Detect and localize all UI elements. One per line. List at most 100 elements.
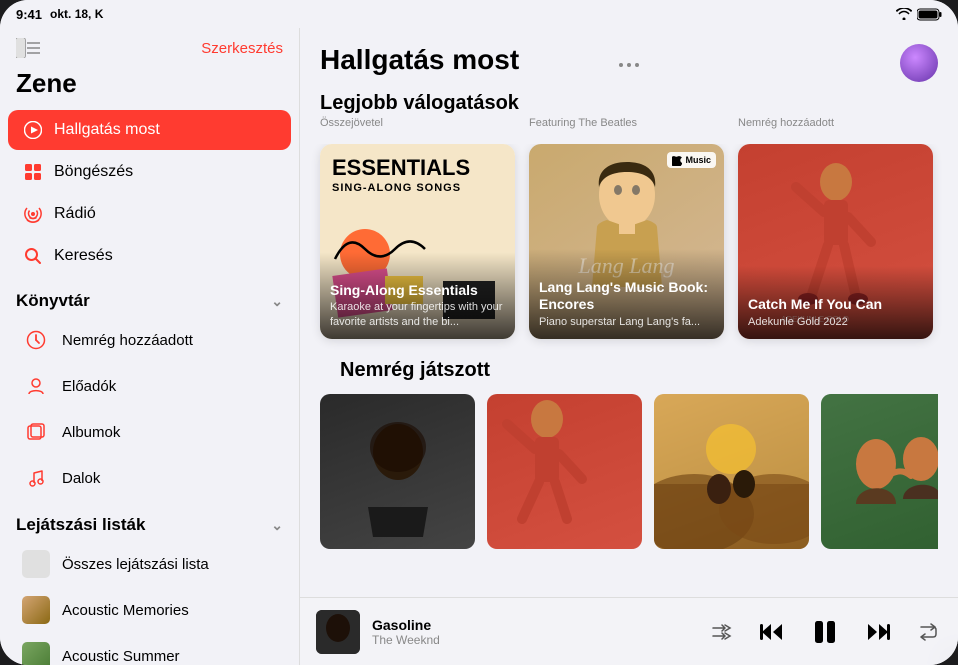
previous-button[interactable] (756, 618, 786, 646)
couple-scene (821, 394, 938, 549)
recently-card-couple[interactable] (821, 394, 938, 555)
sidebar-toggle-icon[interactable] (16, 38, 40, 58)
now-playing-artist: The Weeknd (372, 633, 696, 647)
featured-cards-row: ESSENTIALS SING-ALONG SONGS (300, 144, 958, 359)
status-bar: 9:41 okt. 18, K (0, 0, 958, 28)
catchme-card-title: Catch Me If You Can (748, 296, 923, 313)
library-recently-added-label: Nemrég hozzáadott (62, 332, 193, 349)
weeknd-bg (320, 394, 475, 549)
adekunle2-figure: CATCH ME IF YOU CAN (487, 394, 607, 524)
nav-item-search[interactable]: Keresés (8, 236, 291, 276)
all-playlists-label: Összes lejátszási lista (62, 556, 209, 573)
library-albums-label: Albumok (62, 424, 120, 441)
library-songs-label: Dalok (62, 470, 100, 487)
library-item-recently-added[interactable]: Nemrég hozzáadott (8, 318, 291, 362)
adekunle-bg: CATCH ME IF YOU CAN (487, 394, 642, 549)
couple-bg (821, 394, 938, 549)
couple-album-art (821, 394, 938, 549)
dot-3 (635, 63, 639, 67)
library-item-albums[interactable]: Albumok (8, 410, 291, 454)
repeat-icon (918, 623, 938, 641)
langlang-card-title: Lang Lang's Music Book: Encores (539, 279, 714, 313)
recently-played-section: Nemrég játszott (300, 359, 958, 555)
status-date: okt. 18, K (50, 7, 103, 21)
sidebar-title: Zene (0, 64, 299, 109)
essentials-card-info: Sing-Along Essentials Karaoke at your fi… (320, 252, 515, 339)
device-frame: 9:41 okt. 18, K (0, 0, 958, 665)
status-bar-right (896, 8, 942, 21)
artists-icon (22, 372, 50, 400)
page-title: Hallgatás most (320, 44, 519, 76)
content-header: Hallgatás most (300, 28, 958, 92)
prev-icon (760, 622, 782, 642)
status-bar-left: 9:41 okt. 18, K (16, 7, 103, 22)
main-layout: Szerkesztés Zene Hallgatás most (0, 28, 958, 665)
nav-now-playing-label: Hallgatás most (54, 121, 160, 139)
main-content: Hallgatás most Legjobb válogatások Össze… (300, 28, 958, 665)
featured-card-essentials[interactable]: ESSENTIALS SING-ALONG SONGS (320, 144, 515, 339)
desert-album-art (654, 394, 809, 549)
nav-item-now-playing[interactable]: Hallgatás most (8, 110, 291, 150)
recently-card-adekunle[interactable]: CATCH ME IF YOU CAN (487, 394, 642, 555)
nav-browse-label: Böngészés (54, 163, 133, 181)
now-playing-thumb[interactable] (316, 610, 360, 654)
desert-scene (654, 394, 809, 549)
apple-music-badge: Music (667, 152, 716, 168)
essentials-title-text: ESSENTIALS (332, 156, 470, 180)
essentials-card-desc: Karaoke at your fingertips with your fav… (330, 300, 505, 329)
catchme-card-desc: Adekunle Gold 2022 (748, 315, 923, 329)
featured-card-langlang[interactable]: Music (529, 144, 724, 339)
now-playing-controls (708, 613, 942, 651)
nav-search-label: Keresés (54, 247, 113, 265)
featured-label-2: Featuring The Beatles (529, 117, 724, 130)
now-playing-bar: Gasoline The Weeknd (300, 597, 958, 665)
recently-card-weeknd[interactable] (320, 394, 475, 555)
desert-bg (654, 394, 809, 549)
music-note-icon (22, 464, 50, 492)
library-section-title: Könyvtár (16, 291, 90, 311)
next-button[interactable] (864, 618, 894, 646)
nav-item-radio[interactable]: Rádió (8, 194, 291, 234)
recently-card-desert[interactable] (654, 394, 809, 555)
library-item-artists[interactable]: Előadók (8, 364, 291, 408)
now-playing-info: Gasoline The Weeknd (372, 617, 696, 647)
recently-played-title: Nemrég játszott (320, 359, 938, 384)
best-picks-title: Legjobb válogatások (300, 92, 958, 117)
sidebar: Szerkesztés Zene Hallgatás most (0, 28, 300, 665)
library-item-songs[interactable]: Dalok (8, 456, 291, 500)
essentials-subtitle-text: SING-ALONG SONGS (332, 182, 461, 194)
browse-icon (22, 161, 44, 183)
library-chevron-icon[interactable]: ⌄ (271, 293, 283, 310)
avatar-image (900, 44, 938, 82)
search-nav-icon (22, 245, 44, 267)
shuffle-button[interactable] (708, 620, 736, 644)
albums-icon (22, 418, 50, 446)
recently-played-grid: CATCH ME IF YOU CAN (320, 394, 938, 555)
radio-icon (22, 203, 44, 225)
featured-labels-row: Összejövetel Featuring The Beatles Nemré… (300, 117, 958, 130)
repeat-button[interactable] (914, 619, 942, 645)
featured-card-catchme[interactable]: ADEKUNLE GOLD Catch Me If You Can Adekun… (738, 144, 933, 339)
acoustic-summer-thumb (22, 642, 50, 665)
all-playlists-thumb (22, 550, 50, 578)
avatar[interactable] (900, 44, 938, 82)
pause-icon (810, 617, 840, 647)
adekunle-album-art: CATCH ME IF YOU CAN (487, 394, 642, 549)
edit-button[interactable]: Szerkesztés (201, 40, 283, 57)
dots-menu[interactable] (619, 63, 639, 67)
nav-radio-label: Rádió (54, 205, 96, 223)
next-icon (868, 622, 890, 642)
apple-logo-icon (672, 154, 682, 166)
playlist-item-acoustic-memories[interactable]: Acoustic Memories (8, 588, 291, 632)
acoustic-memories-label: Acoustic Memories (62, 602, 189, 619)
play-pause-button[interactable] (806, 613, 844, 651)
essentials-card-image: ESSENTIALS SING-ALONG SONGS (320, 144, 515, 339)
weeknd-figure (338, 407, 458, 537)
library-section-header: Könyvtár ⌄ (0, 277, 299, 317)
nav-item-browse[interactable]: Böngészés (8, 152, 291, 192)
playlist-item-all[interactable]: Összes lejátszási lista (8, 542, 291, 586)
acoustic-memories-thumb (22, 596, 50, 624)
playlist-item-acoustic-summer[interactable]: Acoustic Summer (8, 634, 291, 665)
playlists-chevron-icon[interactable]: ⌄ (271, 517, 283, 534)
shuffle-icon (712, 624, 732, 640)
